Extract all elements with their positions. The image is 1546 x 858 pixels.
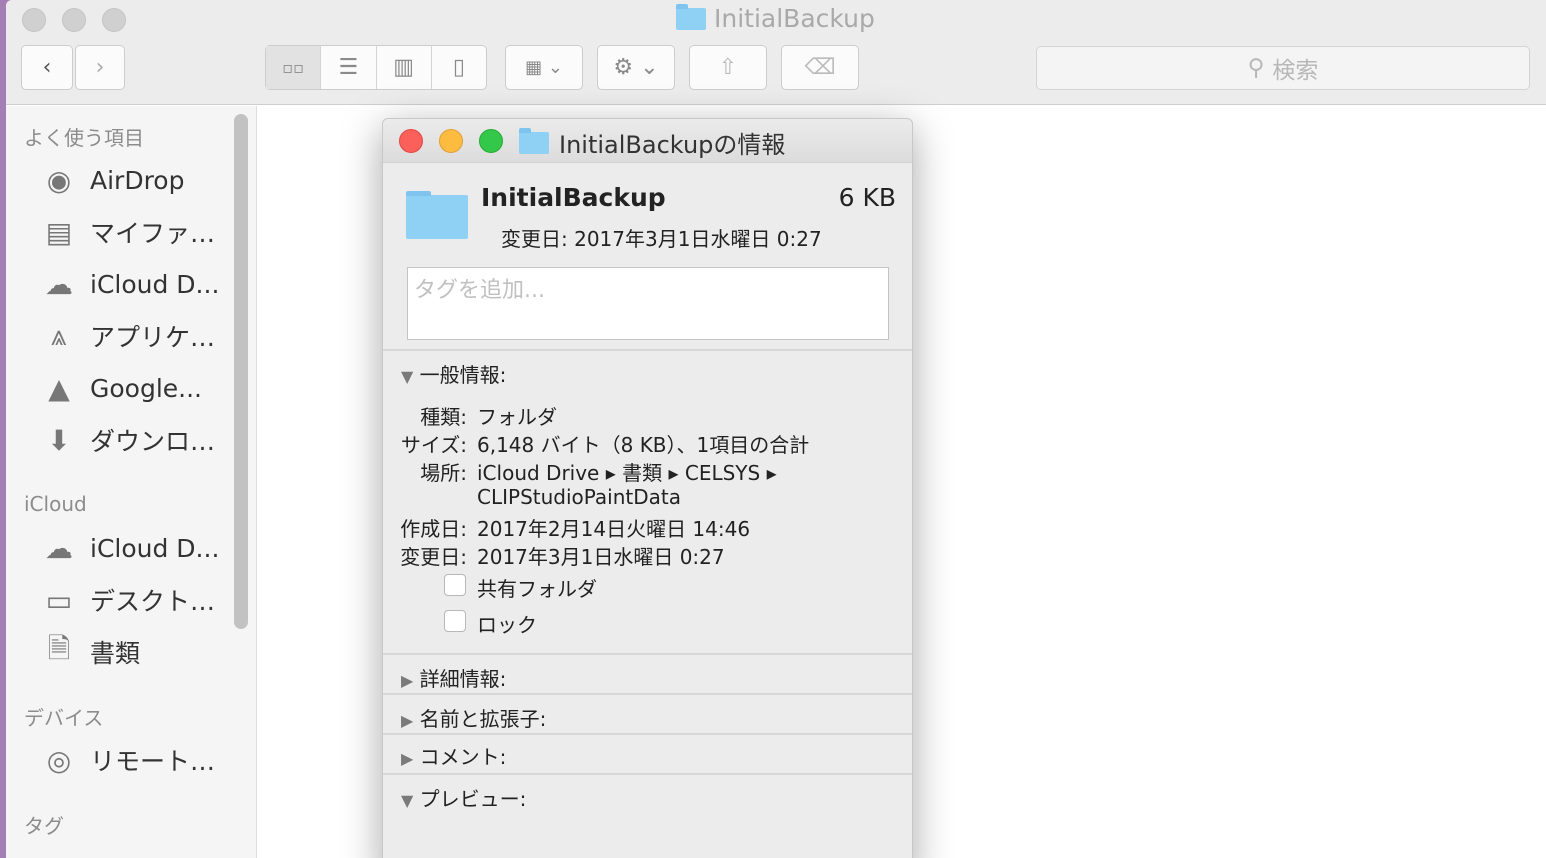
minimize-button[interactable]: [62, 8, 86, 32]
disclosure-right-icon: ▶: [401, 671, 414, 690]
sidebar-header-favorites: よく使う項目: [24, 126, 144, 150]
locked-checkbox[interactable]: [444, 610, 466, 632]
sidebar-item-google-drive[interactable]: ▲ Google...: [40, 369, 202, 407]
divider: [383, 773, 912, 775]
name-extension-toggle[interactable]: ▶ 名前と拡張子:: [401, 703, 546, 732]
sidebar-header-tags: タグ: [24, 814, 64, 838]
divider: [383, 693, 912, 695]
sidebar-item-desktop[interactable]: ▭ デスクト…: [40, 581, 215, 619]
sidebar-item-documents[interactable]: 🗎 書類: [40, 632, 140, 671]
info-panel: InitialBackupの情報 InitialBackup 6 KB 変更日:…: [382, 118, 913, 858]
forward-button[interactable]: ›: [75, 45, 125, 90]
sidebar-item-downloads[interactable]: ⬇ ダウンロ…: [40, 421, 215, 459]
divider: [383, 349, 912, 351]
general-section-toggle[interactable]: ▼ 一般情報:: [401, 359, 506, 388]
sidebar-item-myfiles[interactable]: ▤ マイファ…: [40, 213, 215, 251]
item-size: 6 KB: [838, 183, 896, 212]
toolbar: InitialBackup ‹ › ▫▫ ☰ ▥ ▯ ▦ ⌄ ⚙ ⌄ ⇧ ⌫ ⚲…: [6, 0, 1546, 105]
google-drive-icon: ▲: [48, 371, 70, 405]
action-button[interactable]: ⚙ ⌄: [597, 45, 675, 90]
info-zoom-button[interactable]: [479, 129, 503, 153]
tag-icon: ⌫: [804, 55, 836, 80]
gear-icon: ⚙ ⌄: [613, 55, 659, 80]
modified-value: 2017年3月1日水曜日 0:27: [477, 545, 725, 569]
info-close-button[interactable]: [399, 129, 423, 153]
sidebar-item-icloud-drive-2[interactable]: ☁ iCloud D...: [40, 529, 219, 567]
where-value-cont: CLIPStudioPaintData: [477, 485, 682, 509]
sidebar-item-remote-disc[interactable]: ◎ リモート…: [40, 741, 215, 779]
locked-label: ロック: [477, 613, 537, 637]
share-icon: ⇧: [718, 55, 738, 80]
created-value: 2017年2月14日火曜日 14:46: [477, 517, 751, 541]
share-button[interactable]: ⇧: [689, 45, 767, 90]
window-title: InitialBackup: [676, 3, 875, 33]
cloud-icon: ☁: [45, 531, 73, 565]
where-label: 場所:: [420, 461, 467, 485]
divider: [383, 733, 912, 735]
applications-icon: ⩓: [51, 319, 67, 352]
back-button[interactable]: ‹: [21, 45, 73, 90]
disclosure-right-icon: ▶: [401, 749, 414, 768]
sidebar-scrollbar[interactable]: [234, 114, 248, 629]
tag-button[interactable]: ⌫: [781, 45, 859, 90]
sidebar: よく使う項目 ◉ AirDrop ▤ マイファ… ☁ iCloud D... ⩓ アプリ…: [6, 106, 257, 858]
icon-view-icon[interactable]: ▫▫: [266, 46, 322, 89]
search-icon: ⚲: [1247, 55, 1265, 81]
folder-icon: [519, 127, 549, 154]
sidebar-item-icloud-drive[interactable]: ☁ iCloud D...: [40, 265, 219, 303]
sidebar-item-airdrop[interactable]: ◉ AirDrop: [40, 161, 185, 199]
disclosure-right-icon: ▶: [401, 711, 414, 730]
info-minimize-button[interactable]: [439, 129, 463, 153]
folder-icon: [676, 3, 706, 30]
sidebar-header-icloud: iCloud: [24, 492, 87, 516]
kind-label: 種類:: [420, 405, 467, 429]
documents-icon: 🗎: [47, 632, 71, 665]
info-titlebar: InitialBackupの情報: [383, 119, 912, 163]
created-label: 作成日:: [400, 517, 467, 541]
disc-icon: ◎: [46, 743, 72, 777]
disclosure-down-icon: ▼: [401, 791, 414, 810]
tags-input[interactable]: タグを追加...: [407, 267, 889, 340]
folder-large-icon: [406, 191, 468, 239]
where-value: iCloud Drive ▸ 書類 ▸ CELSYS ▸: [477, 461, 777, 485]
item-modified: 変更日: 2017年3月1日水曜日 0:27: [501, 227, 822, 251]
column-view-icon[interactable]: ▥: [377, 46, 432, 89]
airdrop-icon: ◉: [46, 163, 72, 197]
info-title: InitialBackupの情報: [559, 131, 786, 159]
kind-value: フォルダ: [477, 405, 557, 429]
list-view-icon[interactable]: ☰: [321, 46, 377, 89]
modified-label: 変更日:: [400, 545, 467, 569]
preview-toggle[interactable]: ▼ プレビュー:: [401, 783, 526, 812]
cloud-icon: ☁: [45, 267, 73, 301]
comments-toggle[interactable]: ▶ コメント:: [401, 741, 506, 770]
coverflow-view-icon[interactable]: ▯: [432, 46, 486, 89]
sidebar-header-devices: デバイス: [24, 706, 104, 730]
finder-window: InitialBackup ‹ › ▫▫ ☰ ▥ ▯ ▦ ⌄ ⚙ ⌄ ⇧ ⌫ ⚲…: [6, 0, 1546, 858]
item-name: InitialBackup: [481, 183, 666, 212]
sidebar-item-applications[interactable]: ⩓ アプリケ…: [40, 317, 215, 355]
size-value: 6,148 バイト（8 KB）、1項目の合計: [477, 433, 810, 457]
arrange-icon: ▦ ⌄: [525, 57, 563, 78]
shared-folder-label: 共有フォルダ: [477, 577, 597, 601]
download-icon: ⬇: [47, 423, 71, 457]
zoom-button[interactable]: [102, 8, 126, 32]
desktop-icon: ▭: [45, 583, 73, 617]
divider: [383, 653, 912, 655]
size-label: サイズ:: [400, 433, 467, 457]
more-info-toggle[interactable]: ▶ 詳細情報:: [401, 663, 506, 692]
view-mode-segment: ▫▫ ☰ ▥ ▯: [265, 45, 487, 90]
disclosure-down-icon: ▼: [401, 367, 414, 386]
close-button[interactable]: [22, 8, 46, 32]
search-input[interactable]: ⚲ 検索: [1036, 46, 1530, 90]
arrange-button[interactable]: ▦ ⌄: [505, 45, 583, 90]
shared-folder-checkbox[interactable]: [444, 574, 466, 596]
all-files-icon: ▤: [45, 215, 73, 249]
